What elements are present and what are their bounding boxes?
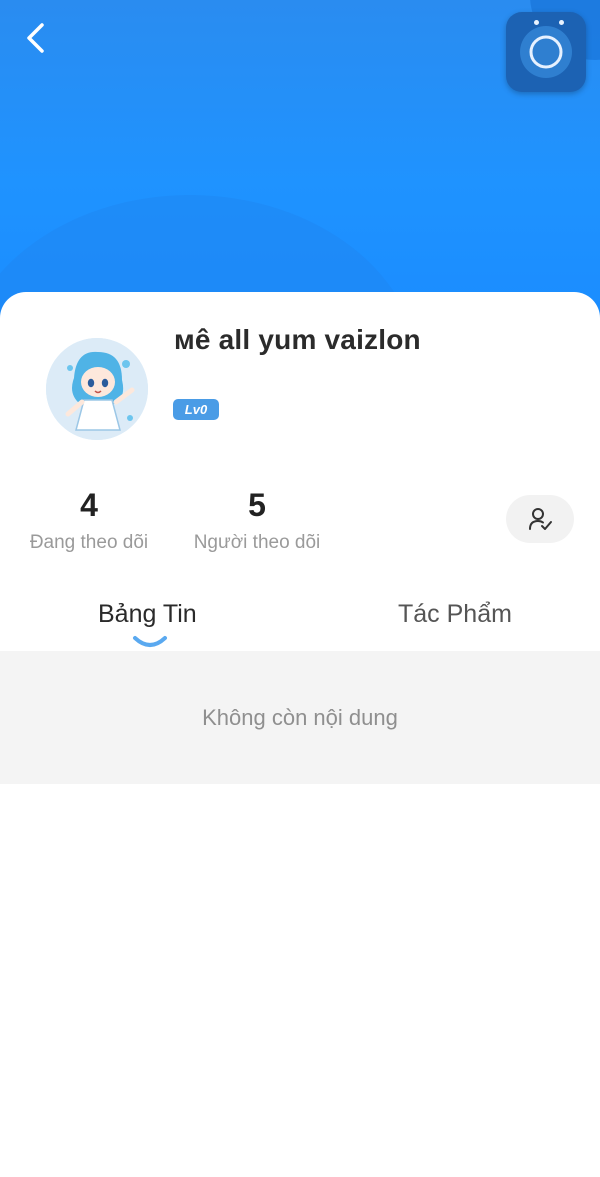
assistive-touch-button[interactable]	[506, 12, 586, 92]
tab-works[interactable]: Tác Phẩm	[398, 600, 512, 629]
avatar[interactable]	[46, 338, 148, 440]
active-tab-indicator	[133, 636, 167, 647]
followers-label: Người theo dõi	[193, 532, 321, 553]
following-label: Đang theo dõi	[29, 532, 149, 553]
assistive-touch-icon	[520, 20, 572, 78]
followers-stat[interactable]: 5 Người theo dõi	[186, 487, 328, 554]
username: ᴍê all yum vaizlon	[174, 324, 421, 355]
level-badge: Lv0	[173, 399, 219, 420]
feed-content-area: Không còn nội dung	[0, 651, 600, 784]
following-stat[interactable]: 4 Đang theo dõi	[22, 487, 156, 554]
following-count: 4	[80, 487, 98, 523]
user-check-icon	[529, 508, 552, 530]
back-button[interactable]	[14, 16, 58, 60]
follow-status-button[interactable]	[506, 495, 574, 543]
chevron-left-icon	[27, 23, 44, 53]
followers-count: 5	[248, 487, 266, 523]
tab-feed[interactable]: Bảng Tin	[98, 600, 197, 629]
empty-state-message: Không còn nội dung	[202, 704, 398, 730]
